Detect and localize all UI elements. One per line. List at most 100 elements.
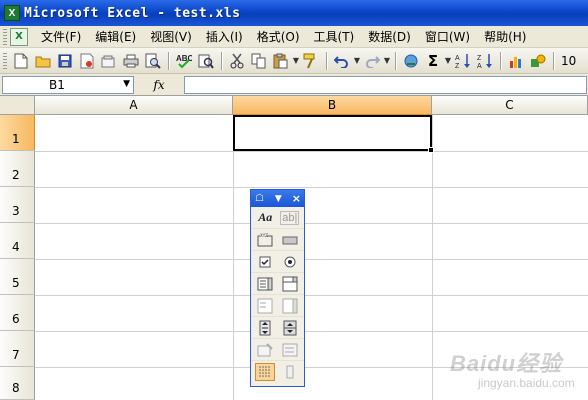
redo-icon[interactable] [362, 51, 382, 71]
grid-line [432, 115, 433, 400]
sort-descending-icon[interactable]: ZA [475, 51, 495, 71]
row-header-6[interactable]: 6 [0, 295, 35, 331]
undo-dropdown-icon[interactable]: ▼ [353, 56, 361, 65]
svg-text:ABC: ABC [176, 54, 192, 63]
run-dialog-icon [280, 363, 300, 381]
row-header-7[interactable]: 7 [0, 331, 35, 367]
chart-wizard-icon[interactable] [506, 51, 526, 71]
menu-edit[interactable]: 编辑(E) [88, 27, 143, 47]
toolbar-separator [221, 51, 222, 70]
option-button-icon[interactable] [280, 253, 300, 271]
spelling-icon[interactable]: ABC [174, 51, 194, 71]
spinner-icon[interactable] [280, 319, 300, 337]
standard-toolbar: ABC ▼ ▼ ▼ Σ ▼ AZ ZA 10 [0, 48, 588, 74]
svg-text:Z: Z [477, 55, 482, 62]
undo-icon[interactable] [332, 51, 352, 71]
toggle-grid-icon[interactable] [255, 363, 276, 381]
excel-icon[interactable]: X [4, 5, 20, 21]
column-header-b[interactable]: B [233, 96, 432, 115]
grid-line [35, 187, 588, 188]
column-header-a[interactable]: A [35, 96, 233, 115]
title-bar: X Microsoft Excel - test.xls [0, 0, 588, 26]
save-icon[interactable] [55, 51, 75, 71]
menu-format[interactable]: 格式(O) [250, 27, 307, 47]
forms-toolbar-title[interactable]: ☖ ▼ × [251, 190, 304, 207]
combo-box-icon[interactable] [280, 275, 300, 293]
menu-window[interactable]: 窗口(W) [418, 27, 477, 47]
row-header-2[interactable]: 2 [0, 151, 35, 187]
column-header-c[interactable]: C [432, 96, 588, 115]
formula-input[interactable] [184, 75, 587, 94]
label-icon[interactable]: Aa [255, 209, 275, 227]
forms-row [251, 317, 304, 339]
font-size-field[interactable]: 10 [561, 54, 576, 68]
grid-line [35, 151, 588, 152]
print-preview-icon[interactable] [143, 51, 163, 71]
svg-text:A: A [455, 55, 460, 62]
menu-view[interactable]: 视图(V) [143, 27, 199, 47]
row-header-8[interactable]: 8 [0, 367, 35, 400]
autosum-dropdown-icon[interactable]: ▼ [444, 56, 452, 65]
print-icon[interactable] [121, 51, 141, 71]
grid-line [35, 367, 588, 368]
control-properties-icon [255, 341, 275, 359]
menu-tools[interactable]: 工具(T) [307, 27, 362, 47]
toolbar-separator [168, 51, 169, 70]
row-header-1[interactable]: 1 [0, 115, 35, 151]
research-icon[interactable] [196, 51, 216, 71]
svg-text:A: A [477, 63, 482, 69]
list-box-icon[interactable] [255, 275, 275, 293]
forms-row: XYZ [251, 229, 304, 251]
select-all-corner[interactable] [0, 96, 35, 115]
menu-file[interactable]: 文件(F) [34, 27, 88, 47]
insert-function-icon[interactable]: fx [134, 78, 184, 92]
menu-help[interactable]: 帮助(H) [477, 27, 533, 47]
toolbar-separator [500, 51, 501, 70]
sort-ascending-icon[interactable]: AZ [453, 51, 473, 71]
close-icon[interactable]: × [292, 192, 301, 205]
active-cell-b1[interactable] [233, 115, 432, 151]
row-header-5[interactable]: 5 [0, 259, 35, 295]
window-title: Microsoft Excel - test.xls [24, 5, 241, 21]
grid-line [35, 295, 588, 296]
cut-icon[interactable] [227, 51, 247, 71]
email-icon[interactable] [99, 51, 119, 71]
menu-data[interactable]: 数据(D) [361, 27, 418, 47]
autosum-icon[interactable]: Σ [423, 51, 443, 71]
checkbox-icon[interactable] [255, 253, 275, 271]
row-header-4[interactable]: 4 [0, 223, 35, 259]
toolbar-separator [326, 51, 327, 70]
menu-grip[interactable] [3, 28, 7, 45]
paste-icon[interactable] [271, 51, 291, 71]
document-icon[interactable]: X [10, 27, 28, 46]
grid-line [35, 259, 588, 260]
combo-dropdown-edit-icon [280, 297, 300, 315]
menu-insert[interactable]: 插入(I) [199, 27, 250, 47]
new-icon[interactable] [11, 51, 31, 71]
format-painter-icon[interactable] [301, 51, 321, 71]
fill-handle[interactable] [428, 147, 434, 153]
row-header-3[interactable]: 3 [0, 187, 35, 223]
paste-dropdown-icon[interactable]: ▼ [292, 56, 300, 65]
name-box[interactable]: B1 ▼ [2, 75, 134, 94]
permission-icon[interactable] [77, 51, 97, 71]
drawing-icon[interactable] [528, 51, 548, 71]
chevron-down-icon[interactable]: ▼ [123, 79, 130, 89]
forms-row [251, 295, 304, 317]
edit-box-icon[interactable]: ab| [280, 209, 300, 227]
forms-row [251, 361, 304, 383]
grid-line [233, 115, 234, 400]
copy-icon[interactable] [249, 51, 269, 71]
name-box-value: B1 [49, 77, 65, 92]
open-icon[interactable] [33, 51, 53, 71]
group-box-icon[interactable]: XYZ [255, 231, 275, 249]
forms-row [251, 251, 304, 273]
toolbar-grip[interactable] [3, 52, 7, 69]
toolbar-options-icon[interactable]: ☖ [254, 193, 265, 204]
hyperlink-icon[interactable] [401, 51, 421, 71]
button-icon[interactable] [280, 231, 300, 249]
scroll-bar-icon[interactable] [255, 319, 275, 337]
chevron-down-icon[interactable]: ▼ [275, 194, 282, 204]
svg-text:XYZ: XYZ [260, 233, 268, 238]
redo-dropdown-icon[interactable]: ▼ [383, 56, 391, 65]
